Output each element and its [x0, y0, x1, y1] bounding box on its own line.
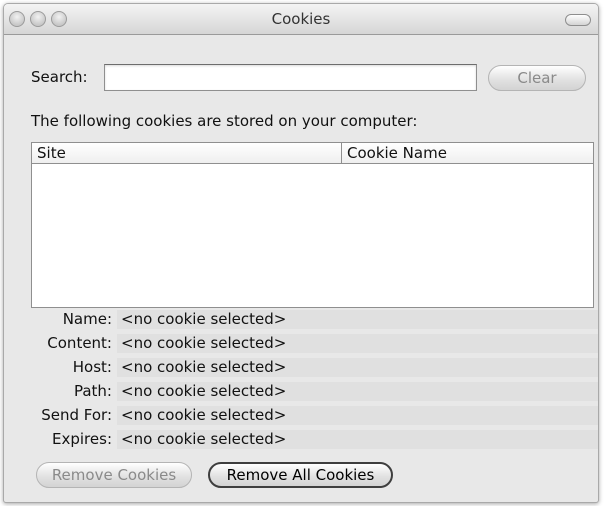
detail-value-name: <no cookie selected> [117, 310, 598, 329]
detail-label-send-for: Send For: [41, 406, 112, 424]
detail-value-content: <no cookie selected> [117, 334, 598, 353]
window-title: Cookies [271, 10, 331, 28]
search-label: Search: [31, 68, 88, 86]
title-bar: Cookies [4, 4, 598, 35]
column-header-site[interactable]: Site [37, 144, 66, 162]
column-header-cookie-name[interactable]: Cookie Name [347, 144, 447, 162]
detail-label-path: Path: [73, 382, 112, 400]
detail-value-expires: <no cookie selected> [117, 430, 598, 449]
detail-value-host: <no cookie selected> [117, 358, 598, 377]
remove-all-cookies-button[interactable]: Remove All Cookies [208, 462, 393, 488]
detail-label-name: Name: [62, 310, 112, 328]
detail-label-expires: Expires: [52, 430, 112, 448]
detail-label-content: Content: [47, 334, 112, 352]
clear-button[interactable]: Clear [488, 65, 586, 91]
detail-value-send-for: <no cookie selected> [117, 406, 598, 425]
search-input[interactable] [104, 64, 477, 91]
cookies-table[interactable]: Site Cookie Name [31, 142, 594, 308]
column-divider[interactable] [341, 143, 342, 164]
remove-cookies-button[interactable]: Remove Cookies [36, 462, 192, 488]
detail-value-path: <no cookie selected> [117, 382, 598, 401]
table-header: Site Cookie Name [32, 143, 593, 164]
intro-text: The following cookies are stored on your… [31, 112, 418, 130]
toolbar-toggle-button[interactable] [565, 14, 591, 26]
detail-label-host: Host: [72, 358, 112, 376]
cookies-window: Cookies Search: Clear The following cook… [3, 3, 599, 503]
